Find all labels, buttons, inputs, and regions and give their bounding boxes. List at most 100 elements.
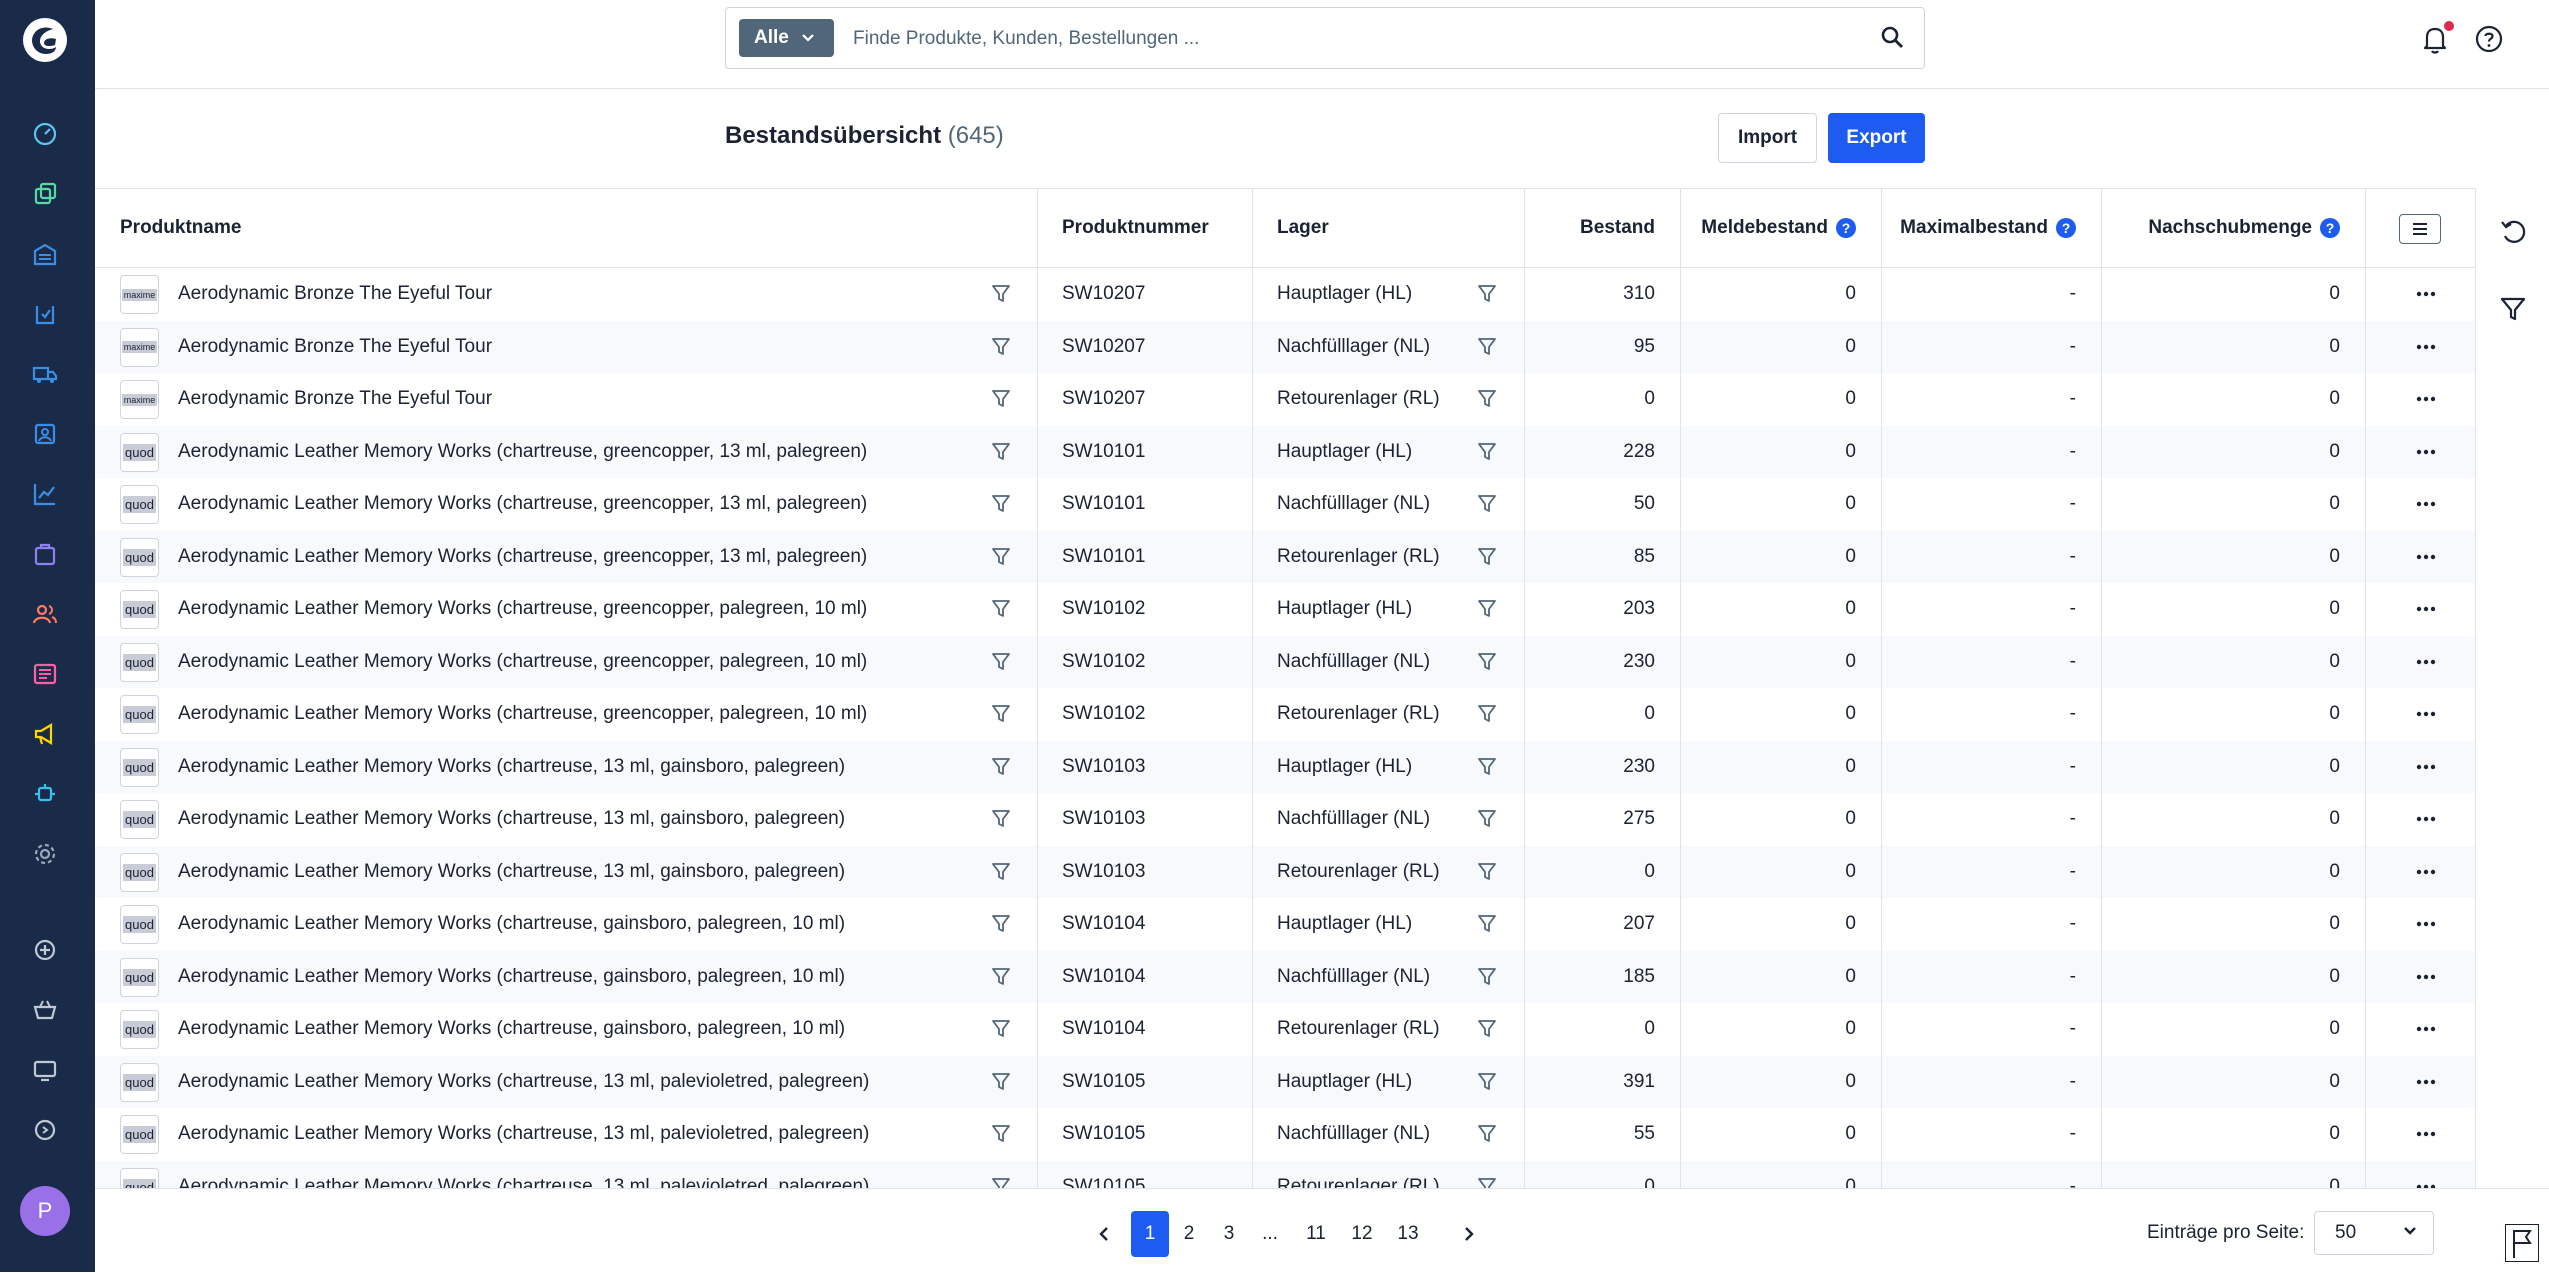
filter-icon[interactable] (988, 964, 1014, 990)
pagination-page-13[interactable]: 13 (1389, 1211, 1427, 1257)
search-input[interactable] (851, 20, 1855, 58)
row-actions-button[interactable] (2411, 544, 2441, 570)
pagination-next-button[interactable] (1450, 1211, 1488, 1257)
column-header-replenish-qty[interactable]: Nachschubmenge? (2101, 189, 2365, 267)
row-actions-button[interactable] (2411, 964, 2441, 990)
filter-icon[interactable] (1474, 1121, 1500, 1147)
pagination-page-1[interactable]: 1 (1131, 1211, 1169, 1257)
row-actions-button[interactable] (2411, 911, 2441, 937)
sidebar-customers-button[interactable] (29, 598, 61, 630)
filter-icon[interactable] (1474, 964, 1500, 990)
table-row[interactable]: quod Aerodynamic Leather Memory Works (ch… (95, 583, 2475, 636)
sidebar-basket-button[interactable] (29, 994, 61, 1026)
filter-icon[interactable] (1474, 334, 1500, 360)
sidebar-dashboard-button[interactable] (29, 118, 61, 150)
sidebar-settings-button[interactable] (29, 838, 61, 870)
pagination-page-3[interactable]: 3 (1210, 1211, 1248, 1257)
filter-icon[interactable] (1474, 386, 1500, 412)
filter-icon[interactable] (988, 754, 1014, 780)
pagination-page-2[interactable]: 2 (1170, 1211, 1208, 1257)
table-row[interactable]: quod Aerodynamic Leather Memory Works (ch… (95, 793, 2475, 846)
filter-icon[interactable] (1474, 806, 1500, 832)
filter-icon[interactable] (988, 334, 1014, 360)
table-row[interactable]: maxime Aerodynamic Bronze The Eyeful Tour… (95, 268, 2475, 321)
filter-icon[interactable] (1474, 859, 1500, 885)
column-settings-button[interactable] (2399, 214, 2441, 244)
filter-icon[interactable] (1474, 1069, 1500, 1095)
column-header-stock[interactable]: Bestand (1524, 189, 1680, 267)
export-button[interactable]: Export (1828, 113, 1925, 163)
table-row[interactable]: quod Aerodynamic Leather Memory Works (ch… (95, 635, 2475, 688)
shopware-logo[interactable] (22, 17, 68, 63)
row-actions-button[interactable] (2411, 491, 2441, 517)
sidebar-add-circle-button[interactable] (29, 934, 61, 966)
row-actions-button[interactable] (2411, 649, 2441, 675)
sidebar-orders-button[interactable] (29, 538, 61, 570)
sidebar-marketing-button[interactable] (29, 718, 61, 750)
filter-icon[interactable] (1474, 1016, 1500, 1042)
row-actions-button[interactable] (2411, 596, 2441, 622)
table-row[interactable]: quod Aerodynamic Leather Memory Works (ch… (95, 1003, 2475, 1056)
table-row[interactable]: quod Aerodynamic Leather Memory Works (ch… (95, 898, 2475, 951)
filter-icon[interactable] (1474, 281, 1500, 307)
sidebar-shipping-button[interactable] (29, 358, 61, 390)
filter-icon[interactable] (988, 386, 1014, 412)
sidebar-inventory-button[interactable] (29, 298, 61, 330)
row-actions-button[interactable] (2411, 1121, 2441, 1147)
filter-icon[interactable] (988, 1121, 1014, 1147)
table-row[interactable]: quod Aerodynamic Leather Memory Works (ch… (95, 740, 2475, 793)
sidebar-help-circle-button[interactable] (29, 1114, 61, 1146)
filter-icon[interactable] (1474, 544, 1500, 570)
row-actions-button[interactable] (2411, 754, 2441, 780)
filter-icon[interactable] (988, 806, 1014, 832)
table-row[interactable]: quod Aerodynamic Leather Memory Works (ch… (95, 478, 2475, 531)
filter-icon[interactable] (1474, 911, 1500, 937)
table-row[interactable]: maxime Aerodynamic Bronze The Eyeful Tour… (95, 373, 2475, 426)
row-actions-button[interactable] (2411, 859, 2441, 885)
row-actions-button[interactable] (2411, 1174, 2441, 1188)
filter-icon[interactable] (988, 1016, 1014, 1042)
table-row[interactable]: quod Aerodynamic Leather Memory Works (ch… (95, 1108, 2475, 1161)
import-button[interactable]: Import (1718, 113, 1817, 163)
filter-icon[interactable] (988, 491, 1014, 517)
table-row[interactable]: quod Aerodynamic Leather Memory Works (ch… (95, 530, 2475, 583)
info-icon[interactable]: ? (2056, 218, 2076, 238)
filter-icon[interactable] (1474, 596, 1500, 622)
sidebar-catalogues-button[interactable] (29, 178, 61, 210)
filter-icon[interactable] (1474, 491, 1500, 517)
column-header-max-stock[interactable]: Maximalbestand? (1881, 189, 2101, 267)
table-row[interactable]: maxime Aerodynamic Bronze The Eyeful Tour… (95, 320, 2475, 373)
column-header-reorder-point[interactable]: Meldebestand? (1680, 189, 1881, 267)
row-actions-button[interactable] (2411, 1016, 2441, 1042)
column-header-warehouse[interactable]: Lager (1252, 189, 1524, 267)
table-row[interactable]: quod Aerodynamic Leather Memory Works (ch… (95, 845, 2475, 898)
sidebar-product-button[interactable] (29, 418, 61, 450)
row-actions-button[interactable] (2411, 386, 2441, 412)
row-actions-button[interactable] (2411, 439, 2441, 465)
row-actions-button[interactable] (2411, 806, 2441, 832)
pagination-prev-button[interactable] (1085, 1211, 1123, 1257)
column-header-product-number[interactable]: Produktnummer (1037, 189, 1252, 267)
table-row[interactable]: quod Aerodynamic Leather Memory Works (ch… (95, 425, 2475, 478)
sidebar-warehouse-button[interactable] (29, 238, 61, 270)
filter-icon[interactable] (988, 439, 1014, 465)
filter-icon[interactable] (988, 281, 1014, 307)
filter-icon[interactable] (1474, 701, 1500, 727)
per-page-select[interactable]: 50 (2314, 1211, 2434, 1255)
filter-icon[interactable] (1474, 439, 1500, 465)
table-row[interactable]: quod Aerodynamic Leather Memory Works (ch… (95, 688, 2475, 741)
filter-icon[interactable] (988, 544, 1014, 570)
search-icon[interactable] (1880, 25, 1906, 51)
sidebar-extensions-button[interactable] (29, 778, 61, 810)
filter-icon[interactable] (988, 596, 1014, 622)
row-actions-button[interactable] (2411, 281, 2441, 307)
row-actions-button[interactable] (2411, 1069, 2441, 1095)
filter-icon[interactable] (988, 649, 1014, 675)
filter-icon[interactable] (988, 911, 1014, 937)
feedback-flag-icon[interactable] (2505, 1224, 2539, 1262)
table-row[interactable]: quod Aerodynamic Leather Memory Works (ch… (95, 1160, 2475, 1188)
pagination-page-12[interactable]: 12 (1343, 1211, 1381, 1257)
search-scope-dropdown[interactable]: Alle (739, 19, 834, 57)
filter-icon[interactable] (1474, 649, 1500, 675)
filter-icon[interactable] (988, 701, 1014, 727)
